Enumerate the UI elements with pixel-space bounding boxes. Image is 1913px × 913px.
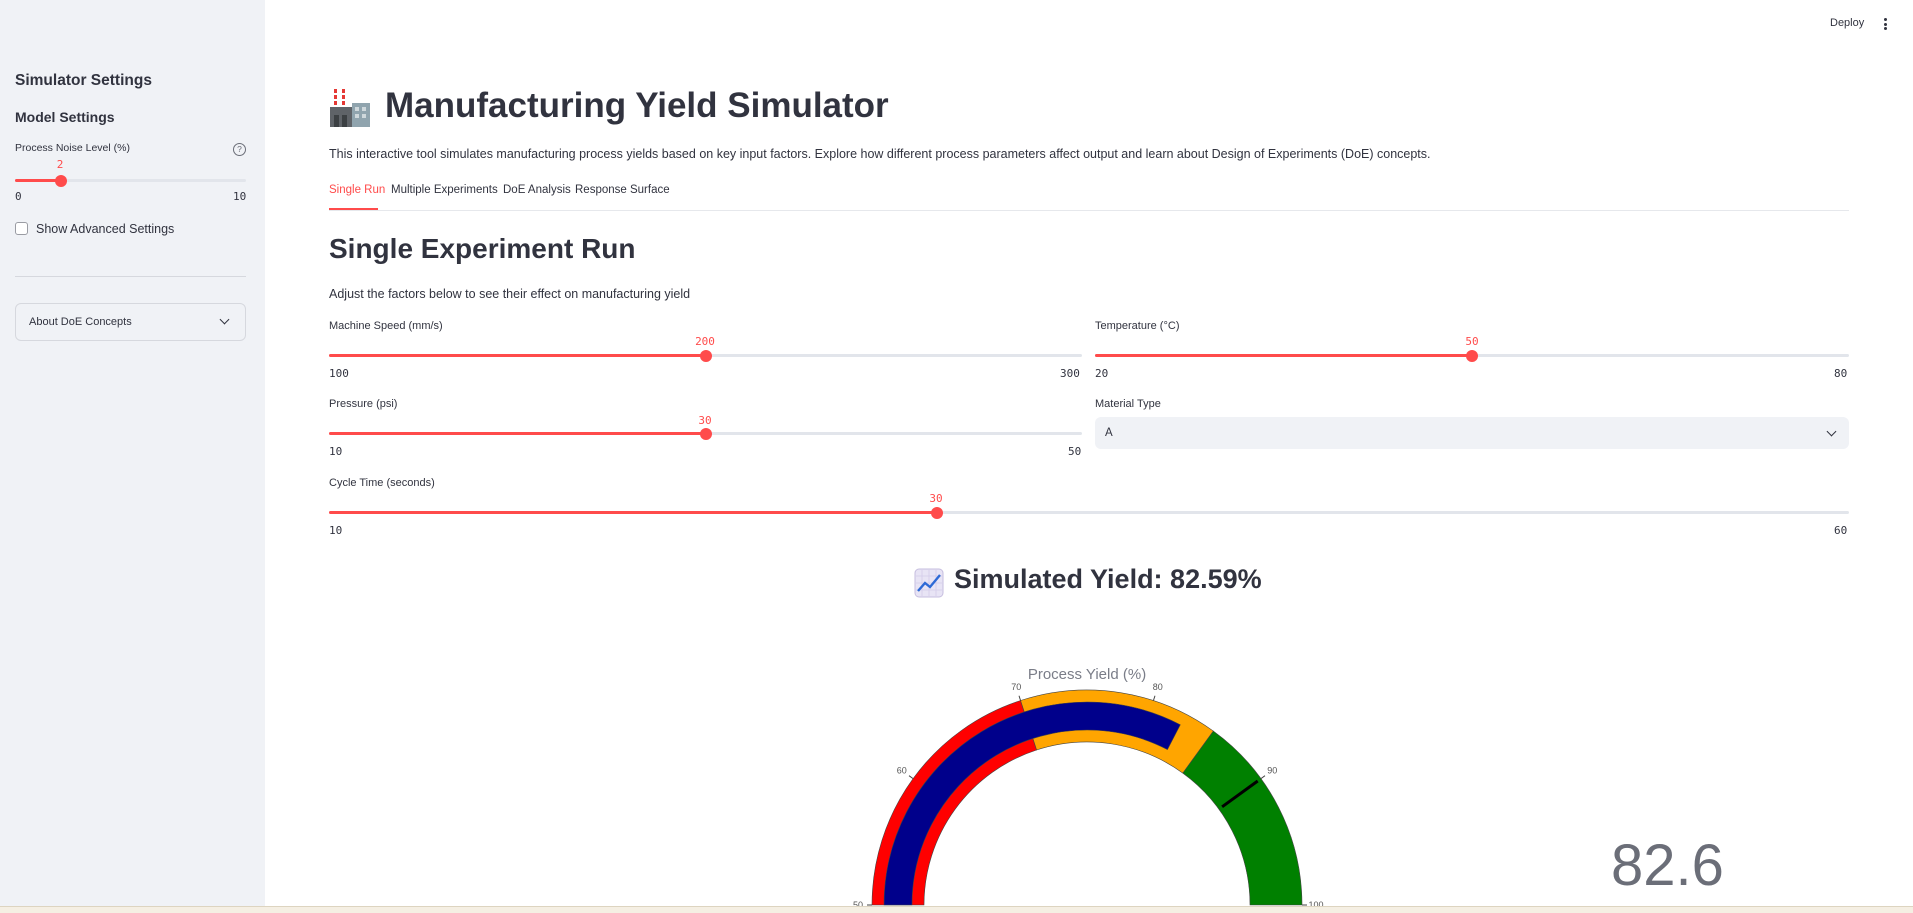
gauge-band-2 [1182, 730, 1303, 906]
gauge-tick-label: 90 [1267, 765, 1277, 775]
gauge-title: Process Yield (%) [1028, 666, 1146, 683]
gauge-tick-label: 70 [1011, 682, 1021, 692]
gauge-value: 82.6 [1611, 833, 1724, 898]
gauge-tick-label: 60 [897, 765, 907, 775]
gauge-tick [908, 775, 914, 780]
gauge-tick [1018, 695, 1022, 701]
gauge-value-bar [883, 701, 1181, 906]
process-yield-gauge: Process Yield (%) 506070 8090100 [853, 666, 1324, 910]
gauge-tick [1152, 695, 1156, 701]
gauge-tick [1260, 775, 1266, 780]
gauge-tick-label: 80 [1153, 682, 1163, 692]
